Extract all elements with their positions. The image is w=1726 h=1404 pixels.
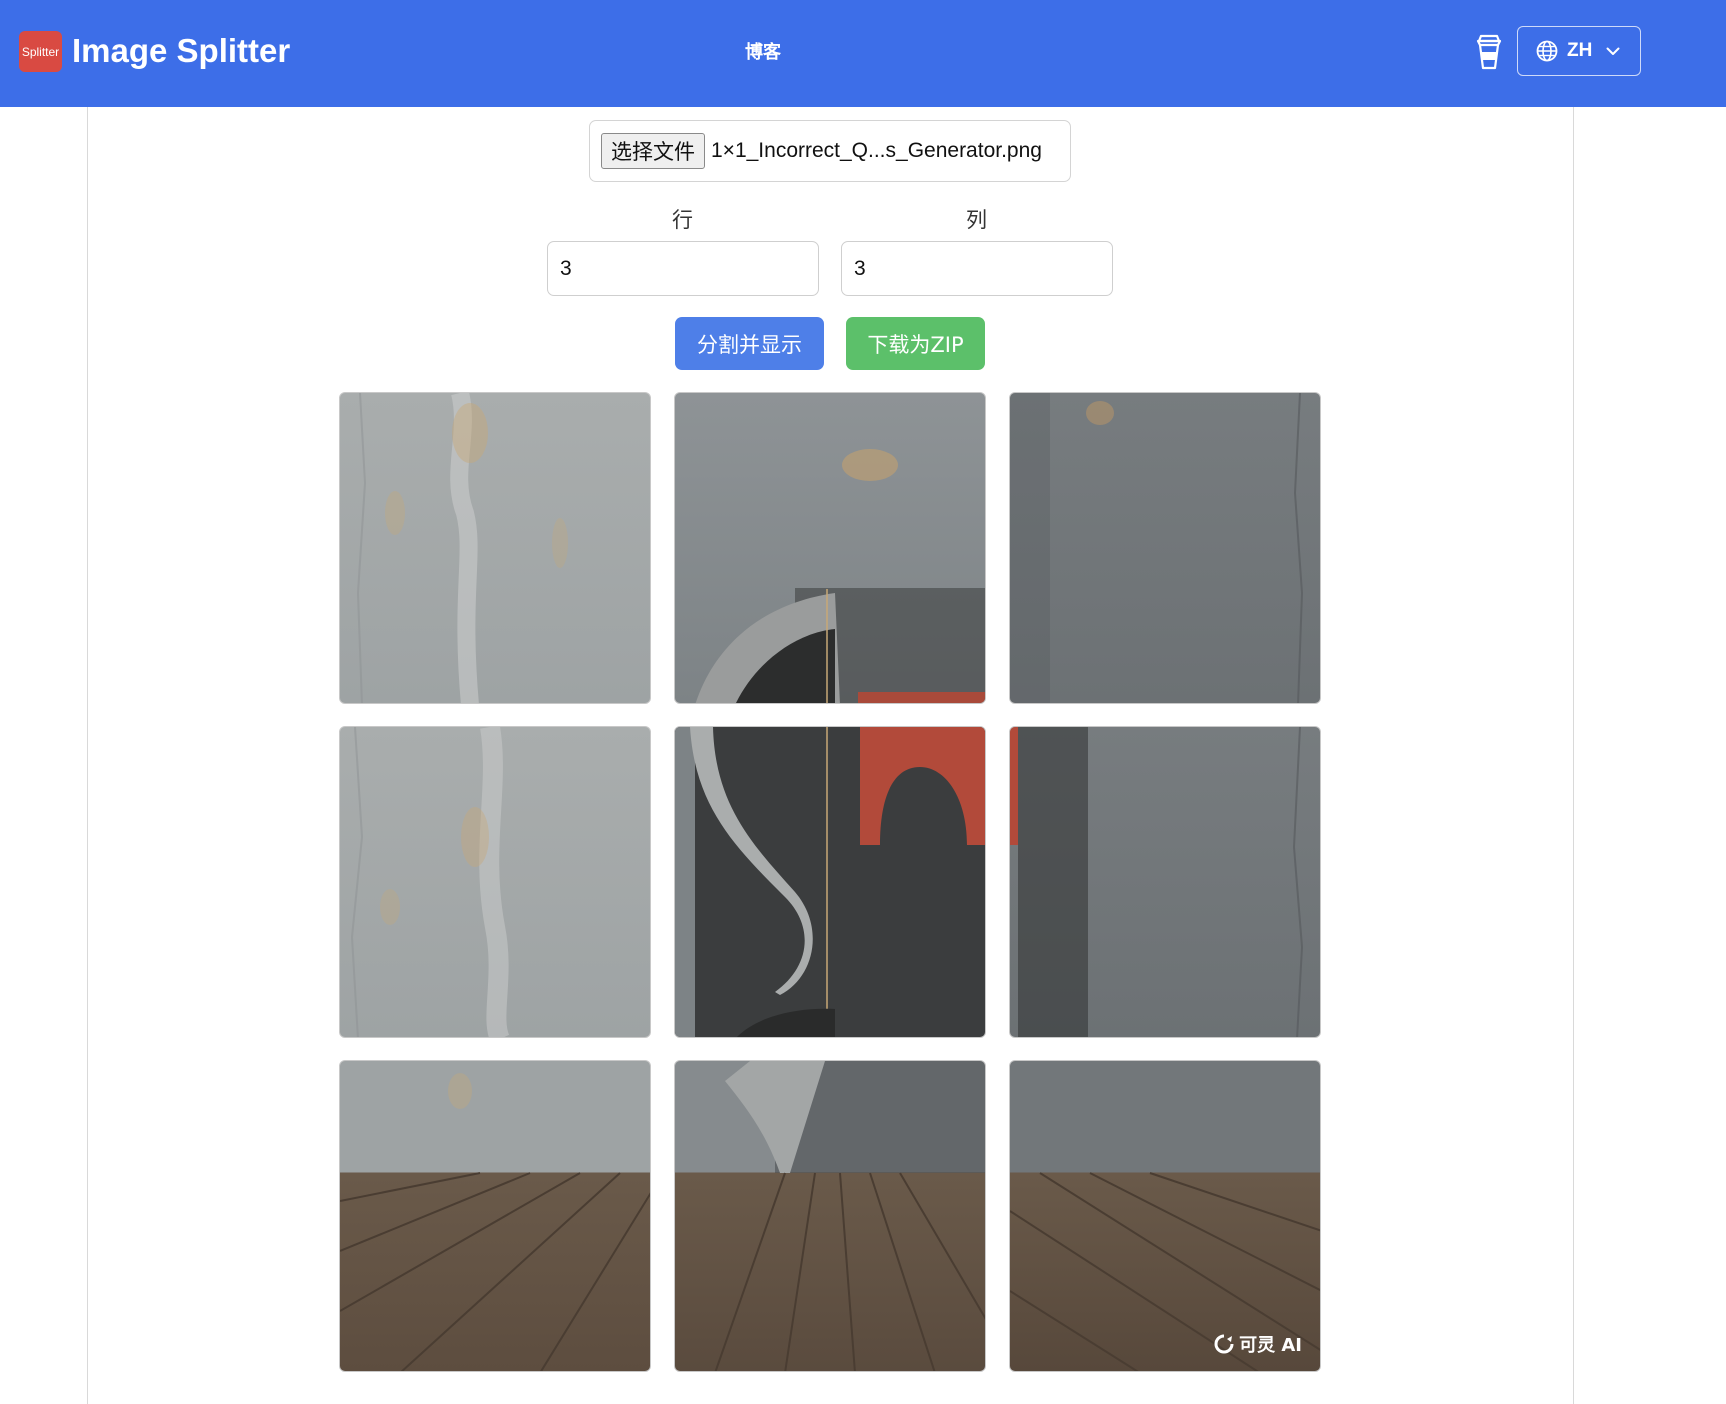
image-tile[interactable] [339, 1060, 651, 1372]
choose-file-button[interactable]: 选择文件 [601, 133, 705, 169]
image-tile[interactable] [674, 392, 986, 704]
nav-link-blog[interactable]: 博客 [745, 38, 781, 64]
logo-text: Splitter [21, 44, 60, 59]
top-navbar: Splitter Image Splitter 博客 ZH [0, 0, 1726, 107]
columns-label: 列 [966, 208, 987, 232]
globe-icon [1536, 40, 1558, 62]
image-tile[interactable] [339, 392, 651, 704]
image-tile[interactable]: 可灵 AI [1009, 1060, 1321, 1372]
image-tile[interactable] [1009, 726, 1321, 1038]
brand-title[interactable]: Image Splitter [72, 30, 290, 72]
split-and-show-button[interactable]: 分割并显示 [675, 317, 824, 370]
watermark-text: 可灵 AI [1239, 1335, 1302, 1356]
rows-label: 行 [672, 208, 693, 232]
image-tile[interactable] [1009, 392, 1321, 704]
coffee-cup-icon[interactable] [1474, 33, 1504, 71]
download-zip-button[interactable]: 下载为ZIP [846, 317, 985, 370]
language-selector[interactable]: ZH [1517, 26, 1641, 76]
image-tile[interactable] [674, 726, 986, 1038]
image-tile[interactable] [674, 1060, 986, 1372]
selected-file-name: 1×1_Incorrect_Q...s_Generator.png [711, 139, 1042, 162]
logo[interactable]: Splitter [19, 31, 62, 72]
chevron-down-icon [1606, 47, 1620, 55]
watermark: 可灵 AI [1214, 1331, 1302, 1357]
file-input[interactable]: 选择文件 1×1_Incorrect_Q...s_Generator.png [589, 120, 1071, 182]
image-tile[interactable] [339, 726, 651, 1038]
language-code: ZH [1567, 40, 1593, 61]
kling-logo-icon [1214, 1334, 1234, 1354]
rows-input[interactable]: 3 [547, 241, 819, 296]
columns-input[interactable]: 3 [841, 241, 1113, 296]
